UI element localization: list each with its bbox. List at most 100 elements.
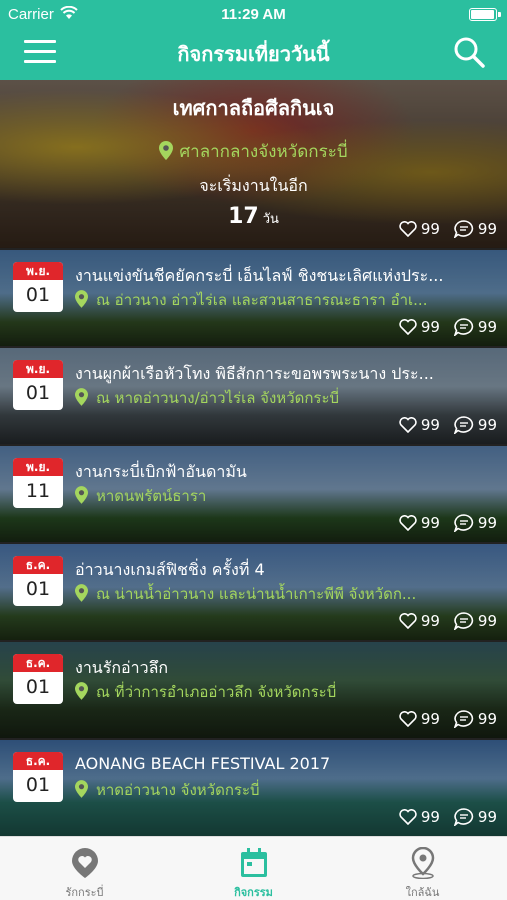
heart-icon[interactable] [399, 417, 417, 433]
event-stats: 99 99 [399, 318, 497, 336]
comment-count: 99 [477, 220, 497, 238]
tab-label: รักกระบี่ [65, 886, 104, 899]
event-month: พ.ย. [13, 262, 63, 280]
search-icon[interactable] [453, 36, 485, 68]
heart-icon[interactable] [399, 711, 417, 727]
event-month: ธ.ค. [13, 752, 63, 770]
event-month: พ.ย. [13, 360, 63, 378]
navigation-header: Carrier 11:29 AM กิจกรรมเที่ยววันนี้ [0, 0, 507, 80]
location-pin-icon [75, 682, 88, 700]
event-row[interactable]: พ.ย. 11 งานกระบี่เบิกฟ้าอันดามัน หาดนพรั… [0, 446, 507, 542]
event-date-badge: ธ.ค. 01 [13, 654, 63, 704]
calendar-icon [241, 848, 267, 877]
featured-event-banner[interactable]: เทศกาลถือศีลกินเจ ศาลากลางจังหวัดกระบี่ … [0, 80, 507, 248]
event-title: งานผูกผ้าเรือหัวโทง พิธีสักการะขอพรพระนา… [75, 364, 434, 383]
comment-count: 99 [477, 318, 497, 336]
comment-count: 99 [477, 612, 497, 630]
featured-event-title: เทศกาลถือศีลกินเจ [172, 96, 335, 120]
heart-icon[interactable] [399, 809, 417, 825]
heart-icon[interactable] [399, 613, 417, 629]
location-pin-icon [75, 584, 88, 602]
event-title: อ่าวนางเกมส์ฟิชชิ่ง ครั้งที่ 4 [75, 560, 265, 579]
status-time: 11:29 AM [221, 6, 286, 23]
event-stats: 99 99 [399, 612, 497, 630]
featured-event-location: ศาลากลางจังหวัดกระบี่ [0, 138, 507, 165]
event-date-badge: พ.ย. 11 [13, 458, 63, 508]
comment-icon[interactable] [453, 318, 474, 336]
event-row[interactable]: พ.ย. 01 งานผูกผ้าเรือหัวโทง พิธีสักการะข… [0, 348, 507, 444]
event-location: ณ อ่าวนาง อ่าวไร่เล และสวนสาธารณะธารา อำ… [75, 288, 495, 312]
like-count: 99 [420, 220, 440, 238]
event-title: งานกระบี่เบิกฟ้าอันดามัน [75, 462, 247, 481]
event-month: พ.ย. [13, 458, 63, 476]
comment-icon[interactable] [453, 220, 474, 238]
event-date-badge: พ.ย. 01 [13, 262, 63, 312]
event-day: 01 [25, 578, 51, 600]
event-location-text: ณ น่านน้ำอ่าวนาง และน่านน้ำเกาะพีพี จังห… [96, 585, 417, 603]
event-day: 01 [25, 774, 51, 796]
event-date-badge: พ.ย. 01 [13, 360, 63, 410]
page-title: กิจกรรมเที่ยววันนี้ [177, 42, 330, 66]
comment-icon[interactable] [453, 416, 474, 434]
heart-icon[interactable] [399, 221, 417, 237]
status-bar: Carrier 11:29 AM [0, 4, 507, 24]
event-location: ณ หาดอ่าวนาง/อ่าวไร่เล จังหวัดกระบี่ [75, 386, 495, 410]
heart-icon[interactable] [399, 319, 417, 335]
event-location-text: ณ หาดอ่าวนาง/อ่าวไร่เล จังหวัดกระบี่ [96, 389, 340, 407]
comment-icon[interactable] [453, 808, 474, 826]
days-value: 17 [228, 204, 259, 229]
event-list: พ.ย. 01 งานแข่งขันชีคยัคกระบี่ เอ็นไลฟ์ … [0, 250, 507, 838]
menu-button[interactable] [24, 40, 58, 64]
event-row[interactable]: พ.ย. 01 งานแข่งขันชีคยัคกระบี่ เอ็นไลฟ์ … [0, 250, 507, 346]
tab-near-me[interactable]: ใกล้ฉัน [338, 837, 507, 900]
event-stats: 99 99 [399, 710, 497, 728]
tab-activities[interactable]: กิจกรรม [169, 837, 338, 900]
comment-icon[interactable] [453, 514, 474, 532]
tab-love-krabi[interactable]: รักกระบี่ [0, 837, 169, 900]
location-pin-icon [75, 290, 88, 308]
heart-pin-icon [72, 848, 98, 878]
event-location-text: หาดนพรัตน์ธารา [96, 487, 207, 505]
event-title: งานรักอ่าวลึก [75, 658, 169, 677]
comment-icon[interactable] [453, 710, 474, 728]
like-count: 99 [420, 416, 440, 434]
event-location-text: หาดอ่าวนาง จังหวัดกระบี่ [96, 781, 260, 799]
like-count: 99 [420, 514, 440, 532]
comment-count: 99 [477, 710, 497, 728]
event-date-badge: ธ.ค. 01 [13, 752, 63, 802]
location-pin-icon [75, 780, 88, 798]
event-day: 01 [25, 382, 51, 404]
like-count: 99 [420, 612, 440, 630]
event-day: 11 [25, 480, 51, 502]
event-location: ณ น่านน้ำอ่าวนาง และน่านน้ำเกาะพีพี จังห… [75, 582, 495, 606]
event-stats: 99 99 [399, 416, 497, 434]
event-title: งานแข่งขันชีคยัคกระบี่ เอ็นไลฟ์ ชิงชนะเล… [75, 266, 444, 285]
event-location-text: ณ อ่าวนาง อ่าวไร่เล และสวนสาธารณะธารา อำ… [96, 291, 428, 309]
like-count: 99 [420, 318, 440, 336]
event-stats: 99 99 [399, 808, 497, 826]
event-title: AONANG BEACH FESTIVAL 2017 [75, 754, 331, 773]
heart-icon[interactable] [399, 515, 417, 531]
location-pin-icon [75, 388, 88, 406]
event-day: 01 [25, 284, 51, 306]
tab-label: กิจกรรม [234, 886, 273, 899]
event-location: หาดนพรัตน์ธารา [75, 484, 495, 508]
event-row[interactable]: ธ.ค. 01 AONANG BEACH FESTIVAL 2017 หาดอ่… [0, 740, 507, 836]
event-location: หาดอ่าวนาง จังหวัดกระบี่ [75, 778, 495, 802]
event-stats: 99 99 [399, 514, 497, 532]
location-pin-icon [159, 141, 174, 160]
event-month: ธ.ค. [13, 654, 63, 672]
location-pin-icon [411, 847, 435, 879]
event-row[interactable]: ธ.ค. 01 งานรักอ่าวลึก ณ ที่ว่าการอำเภออ่… [0, 642, 507, 738]
featured-location-text: ศาลากลางจังหวัดกระบี่ [179, 142, 348, 162]
comment-icon[interactable] [453, 612, 474, 630]
days-unit: วัน [262, 212, 279, 227]
event-row[interactable]: ธ.ค. 01 อ่าวนางเกมส์ฟิชชิ่ง ครั้งที่ 4 ณ… [0, 544, 507, 640]
event-month: ธ.ค. [13, 556, 63, 574]
tab-bar: รักกระบี่ กิจกรรม ใกล้ฉัน [0, 836, 507, 900]
tab-label: ใกล้ฉัน [405, 886, 440, 899]
like-count: 99 [420, 710, 440, 728]
event-location: ณ ที่ว่าการอำเภออ่าวลึก จังหวัดกระบี่ [75, 680, 495, 704]
like-count: 99 [420, 808, 440, 826]
comment-count: 99 [477, 416, 497, 434]
